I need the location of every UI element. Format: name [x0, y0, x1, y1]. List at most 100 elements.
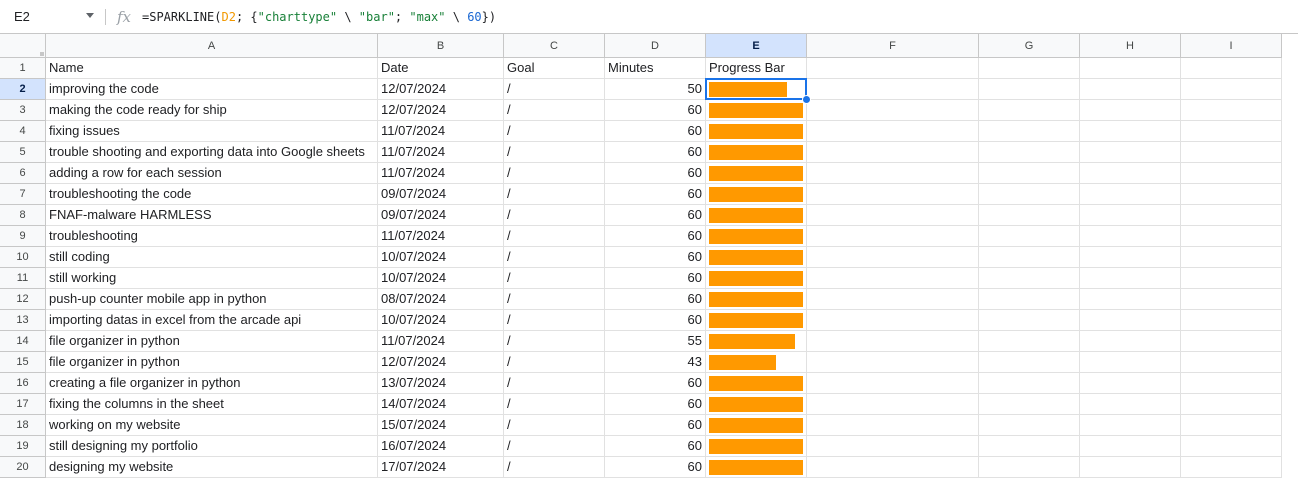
cell[interactable]	[1080, 289, 1181, 310]
cell[interactable]	[807, 352, 979, 373]
cell[interactable]	[979, 142, 1080, 163]
row-header[interactable]: 16	[0, 373, 46, 394]
minutes-cell[interactable]: 60	[605, 310, 706, 331]
row-header[interactable]: 18	[0, 415, 46, 436]
progress-bar-cell[interactable]	[706, 352, 807, 373]
cell[interactable]	[1080, 79, 1181, 100]
cell[interactable]	[979, 331, 1080, 352]
cell[interactable]	[1181, 457, 1282, 478]
formula-input[interactable]: =SPARKLINE(D2; {"charttype" \ "bar"; "ma…	[142, 0, 496, 33]
cell[interactable]	[807, 142, 979, 163]
name-cell[interactable]: still coding	[46, 247, 378, 268]
cell[interactable]	[1181, 205, 1282, 226]
header-cell[interactable]: Minutes	[605, 58, 706, 79]
progress-bar-cell[interactable]	[706, 121, 807, 142]
progress-bar-cell[interactable]	[706, 310, 807, 331]
cell[interactable]	[1080, 268, 1181, 289]
name-cell[interactable]: file organizer in python	[46, 331, 378, 352]
cell[interactable]	[1080, 394, 1181, 415]
chevron-down-icon[interactable]	[86, 13, 94, 18]
cell[interactable]	[1181, 352, 1282, 373]
progress-bar-cell[interactable]	[706, 394, 807, 415]
minutes-cell[interactable]: 60	[605, 268, 706, 289]
cell[interactable]	[979, 205, 1080, 226]
column-header-g[interactable]: G	[979, 34, 1080, 58]
minutes-cell[interactable]: 60	[605, 247, 706, 268]
row-header[interactable]: 14	[0, 331, 46, 352]
row-header[interactable]: 9	[0, 226, 46, 247]
cell[interactable]	[979, 268, 1080, 289]
cell[interactable]	[807, 163, 979, 184]
fill-handle[interactable]	[802, 95, 811, 104]
cell[interactable]	[979, 226, 1080, 247]
row-header[interactable]: 11	[0, 268, 46, 289]
date-cell[interactable]: 11/07/2024	[378, 331, 504, 352]
date-cell[interactable]: 10/07/2024	[378, 310, 504, 331]
row-header[interactable]: 20	[0, 457, 46, 478]
goal-cell[interactable]: /	[504, 436, 605, 457]
cell[interactable]	[1080, 226, 1181, 247]
cell[interactable]	[1080, 58, 1181, 79]
name-cell[interactable]: troubleshooting the code	[46, 184, 378, 205]
goal-cell[interactable]: /	[504, 79, 605, 100]
progress-bar-cell[interactable]	[706, 331, 807, 352]
column-header-a[interactable]: A	[46, 34, 378, 58]
minutes-cell[interactable]: 60	[605, 121, 706, 142]
cell[interactable]	[1181, 289, 1282, 310]
cell[interactable]	[807, 226, 979, 247]
goal-cell[interactable]: /	[504, 205, 605, 226]
row-header[interactable]: 2	[0, 79, 46, 100]
cell[interactable]	[1080, 331, 1181, 352]
goal-cell[interactable]: /	[504, 457, 605, 478]
name-cell[interactable]: improving the code	[46, 79, 378, 100]
cell[interactable]	[807, 58, 979, 79]
cell[interactable]	[807, 268, 979, 289]
select-all-corner[interactable]	[0, 34, 46, 58]
goal-cell[interactable]: /	[504, 289, 605, 310]
progress-bar-cell[interactable]	[706, 100, 807, 121]
cell[interactable]	[979, 394, 1080, 415]
row-header[interactable]: 12	[0, 289, 46, 310]
cell[interactable]	[979, 352, 1080, 373]
date-cell[interactable]: 12/07/2024	[378, 100, 504, 121]
cell[interactable]	[1181, 394, 1282, 415]
cell[interactable]	[807, 373, 979, 394]
goal-cell[interactable]: /	[504, 415, 605, 436]
cell[interactable]	[1080, 415, 1181, 436]
goal-cell[interactable]: /	[504, 121, 605, 142]
name-cell[interactable]: trouble shooting and exporting data into…	[46, 142, 378, 163]
cell[interactable]	[1080, 184, 1181, 205]
cell[interactable]	[807, 121, 979, 142]
cell[interactable]	[807, 247, 979, 268]
minutes-cell[interactable]: 50	[605, 79, 706, 100]
name-cell[interactable]: push-up counter mobile app in python	[46, 289, 378, 310]
cell[interactable]	[1080, 205, 1181, 226]
name-cell[interactable]: working on my website	[46, 415, 378, 436]
cell[interactable]	[1080, 163, 1181, 184]
row-header[interactable]: 13	[0, 310, 46, 331]
cell[interactable]	[1080, 100, 1181, 121]
cell[interactable]	[979, 100, 1080, 121]
cell[interactable]	[807, 100, 979, 121]
date-cell[interactable]: 12/07/2024	[378, 352, 504, 373]
cell[interactable]	[1181, 247, 1282, 268]
progress-bar-cell[interactable]	[706, 79, 807, 100]
minutes-cell[interactable]: 60	[605, 457, 706, 478]
date-cell[interactable]: 17/07/2024	[378, 457, 504, 478]
column-header-f[interactable]: F	[807, 34, 979, 58]
cell[interactable]	[807, 415, 979, 436]
progress-bar-cell[interactable]	[706, 289, 807, 310]
date-cell[interactable]: 11/07/2024	[378, 121, 504, 142]
row-header[interactable]: 1	[0, 58, 46, 79]
goal-cell[interactable]: /	[504, 373, 605, 394]
progress-bar-cell[interactable]	[706, 247, 807, 268]
header-cell[interactable]: Progress Bar	[706, 58, 807, 79]
progress-bar-cell[interactable]	[706, 268, 807, 289]
cell[interactable]	[1181, 331, 1282, 352]
cell[interactable]	[1181, 121, 1282, 142]
cell[interactable]	[807, 310, 979, 331]
goal-cell[interactable]: /	[504, 394, 605, 415]
cell[interactable]	[979, 184, 1080, 205]
progress-bar-cell[interactable]	[706, 226, 807, 247]
minutes-cell[interactable]: 60	[605, 373, 706, 394]
